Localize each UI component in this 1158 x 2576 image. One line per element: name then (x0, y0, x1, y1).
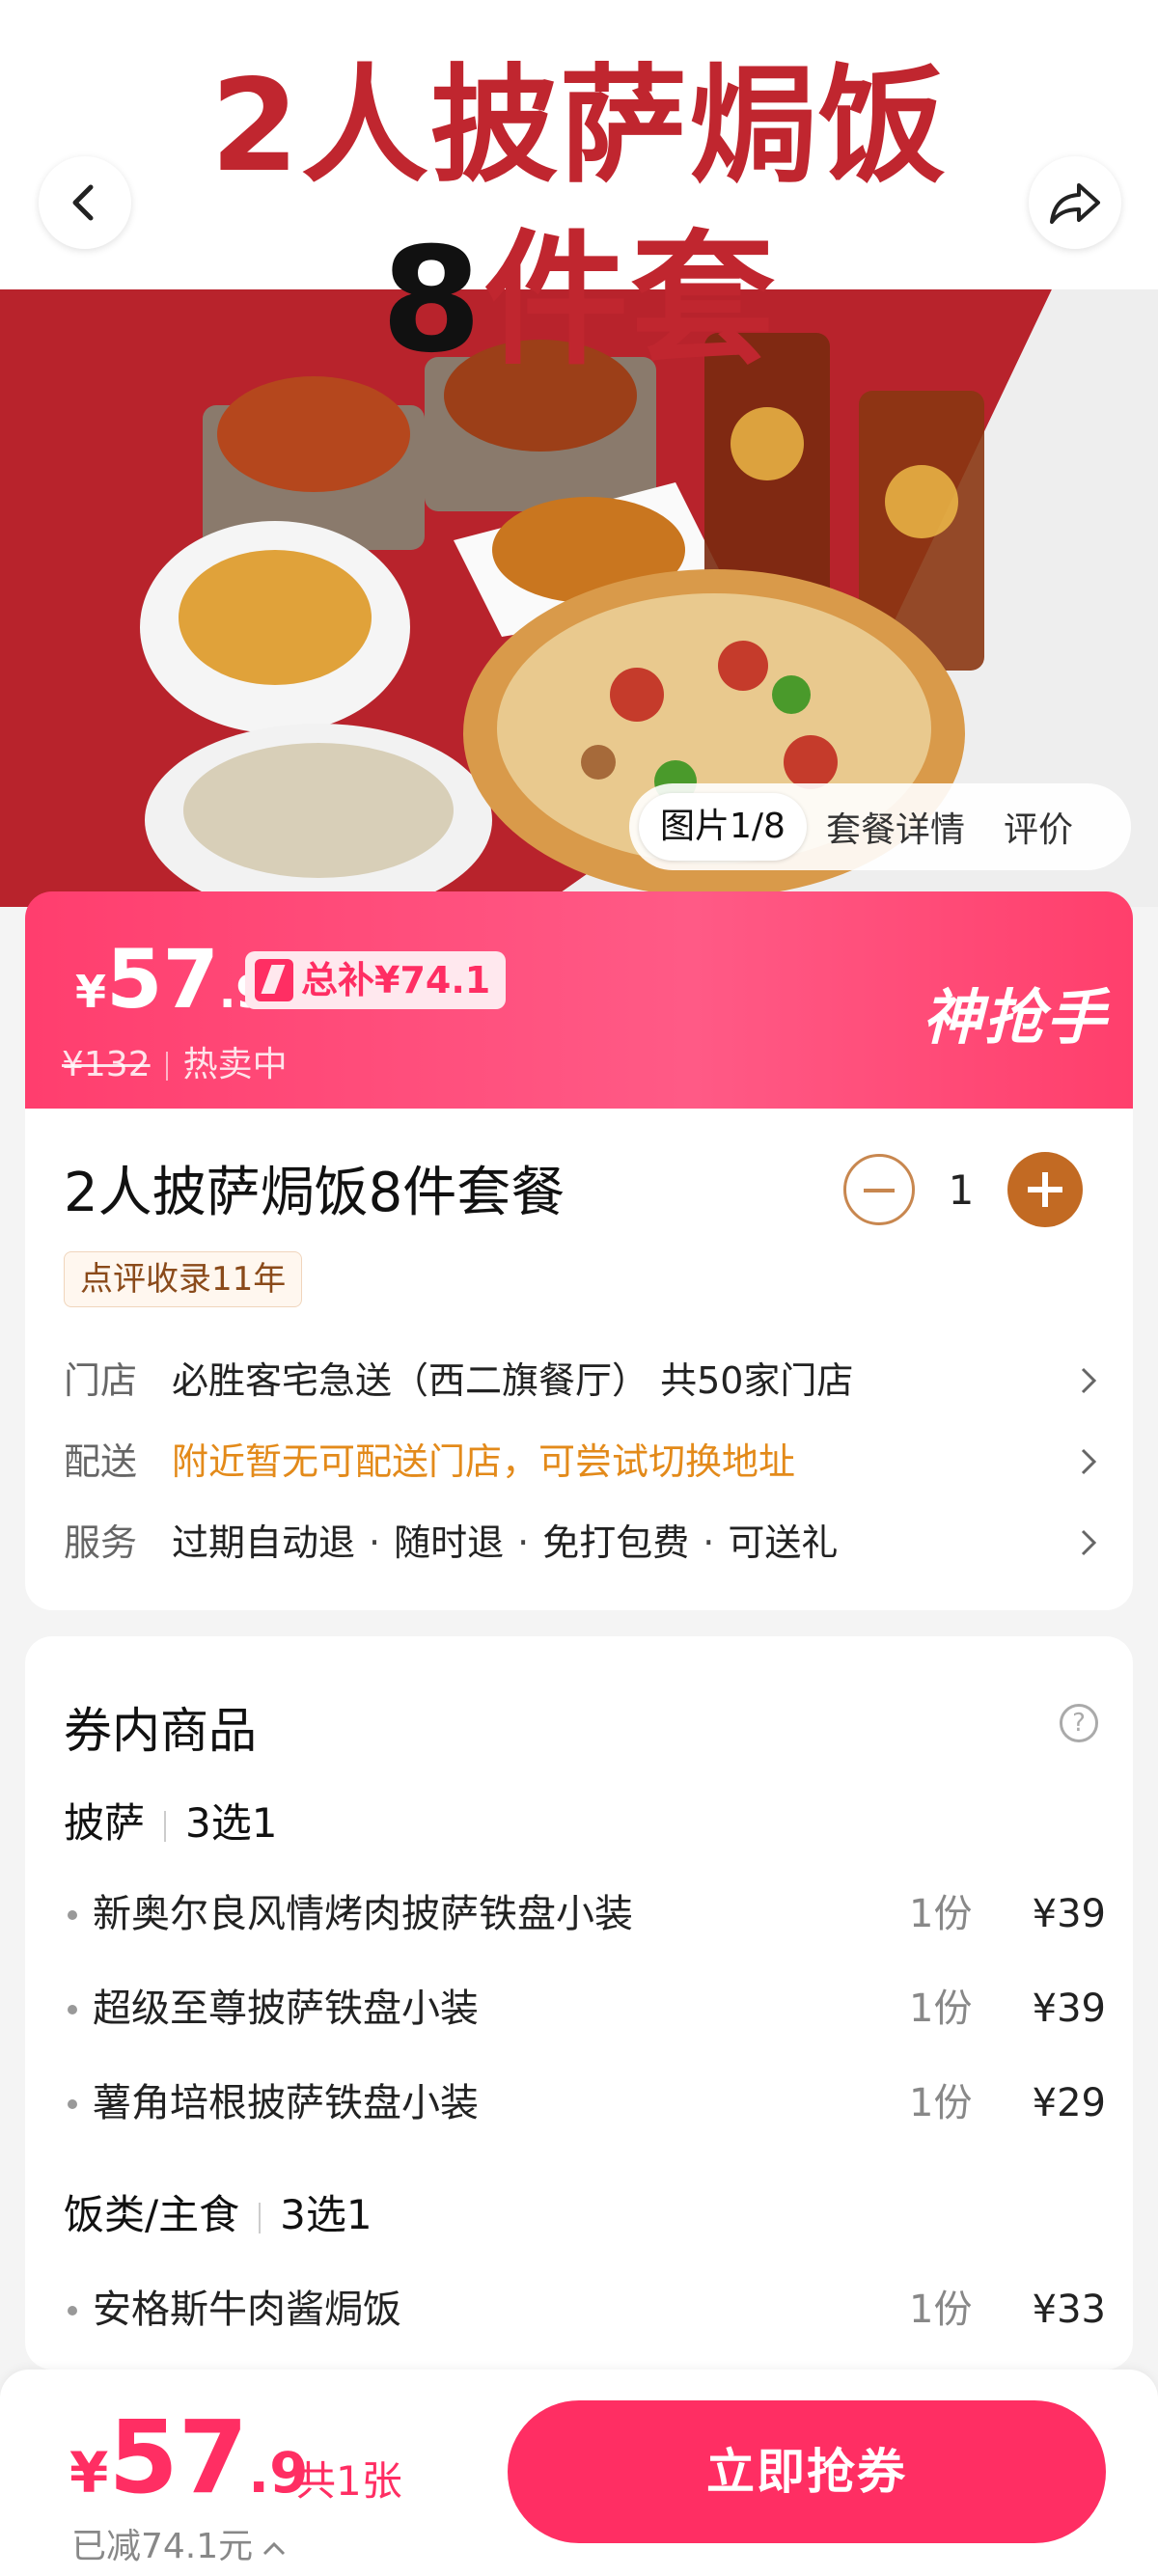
service-value: 过期自动退 · 随时退 · 免打包费 · 可送礼 (172, 1514, 838, 1572)
chevron-right-icon (1077, 1352, 1100, 1426)
subsidy-badge: 总补¥74.1 (245, 951, 507, 1009)
chevron-right-icon (1077, 1514, 1100, 1588)
hero-title-number: 8 (380, 217, 484, 385)
service-separator: · (703, 1521, 715, 1564)
brand-logo: 神抢手 (923, 982, 1109, 1053)
store-value: 必胜客宅急送（西二旗餐厅） 共50家门店 (172, 1359, 854, 1402)
chevron-right-icon (1077, 1433, 1100, 1507)
bullet-icon (68, 2099, 77, 2109)
list-item: 安格斯牛肉酱焗饭 1份 ¥33 (64, 2281, 1106, 2339)
decrease-quantity-button[interactable] (843, 1154, 915, 1225)
chevron-up-icon (261, 2527, 288, 2566)
service-label: 服务 (64, 1521, 138, 1564)
bullet-icon (68, 2005, 77, 2014)
item-price: ¥39 (1032, 1892, 1106, 1936)
sales-status: 热卖中 (182, 1045, 288, 1084)
bottom-purchase-bar: ¥57.9 共1张 已减74.1元 立即抢券 (0, 2370, 1158, 2576)
share-icon (1050, 183, 1100, 224)
divider (164, 1810, 167, 1842)
chevron-left-icon (72, 184, 94, 221)
item-price: ¥39 (1032, 1987, 1106, 2031)
product-title: 2人披萨焗饭8件套餐 (64, 1162, 565, 1224)
back-button[interactable] (39, 156, 131, 249)
list-item: 超级至尊披萨铁盘小装 1份 ¥39 (64, 1980, 1106, 2038)
hero-title-line1: 2人披萨焗饭 (210, 52, 948, 201)
hero-title-suffix: 件套 (483, 217, 778, 385)
divider (259, 2202, 262, 2233)
store-row[interactable]: 门店 必胜客宅急送（西二旗餐厅） 共50家门店 (64, 1352, 1106, 1410)
item-name: 超级至尊披萨铁盘小装 (93, 1987, 479, 2031)
question-circle-icon[interactable]: ? (1060, 1704, 1098, 1742)
grab-coupon-button[interactable]: 立即抢券 (508, 2400, 1106, 2543)
bullet-icon (68, 1910, 77, 1920)
price-banner: ¥57.9 总补¥74.1 ¥132 热卖中 神抢手 (25, 891, 1133, 1109)
service-separator: · (369, 1521, 381, 1564)
image-tabs: 图片1/8 套餐详情 评价 (629, 783, 1131, 870)
service-item: 过期自动退 (172, 1521, 356, 1564)
deal-price: ¥57.9 (75, 932, 266, 1027)
item-quantity: 1份 (909, 1987, 973, 2031)
quantity-stepper: 1 (843, 1151, 1083, 1228)
hero-image-area[interactable]: 2人披萨焗饭 8件套 图片1/8 套餐详情 评价 (0, 0, 1158, 907)
discount-detail-toggle[interactable]: 已减74.1元 (71, 2518, 288, 2568)
coupon-items-card: 券内商品 ? 披萨 3选1 新奥尔良风情烤肉披萨铁盘小装 1份 ¥39 超级至尊披… (25, 1636, 1133, 2370)
total-price: ¥57.9 (69, 2398, 308, 2516)
delivery-value: 附近暂无可配送门店，可尝试切换地址 (172, 1440, 796, 1483)
coupon-items-heading: 券内商品 (64, 1703, 257, 1759)
delivery-label: 配送 (64, 1440, 138, 1483)
service-item: 可送礼 (728, 1521, 839, 1564)
group-heading-pizza: 披萨 3选1 (64, 1791, 277, 1850)
quantity-value: 1 (948, 1165, 975, 1214)
deal-price-currency: ¥ (75, 966, 107, 1018)
bullet-icon (68, 2306, 77, 2316)
hero-title-line2: 8件套 (0, 183, 1158, 393)
original-price-row: ¥132 热卖中 (62, 1036, 288, 1086)
service-row[interactable]: 服务 过期自动退 · 随时退 · 免打包费 · 可送礼 (64, 1514, 1106, 1572)
total-price-integer: 57 (108, 2398, 249, 2516)
item-price: ¥29 (1032, 2081, 1106, 2125)
coupon-count: 共1张 (295, 2457, 402, 2505)
increase-quantity-button[interactable] (1007, 1152, 1083, 1227)
service-item: 免打包费 (542, 1521, 690, 1564)
list-item: 薯角培根披萨铁盘小装 1份 ¥29 (64, 2074, 1106, 2132)
group-rule: 3选1 (280, 2191, 372, 2238)
deal-price-integer: 57 (106, 932, 219, 1027)
tab-package-details[interactable]: 套餐详情 (807, 802, 984, 852)
item-price: ¥33 (1032, 2288, 1106, 2332)
share-button[interactable] (1029, 156, 1121, 249)
item-quantity: 1份 (909, 2288, 973, 2332)
subsidy-text: 总补¥74.1 (301, 959, 491, 1001)
service-item: 随时退 (394, 1521, 505, 1564)
store-label: 门店 (64, 1359, 138, 1402)
item-quantity: 1份 (909, 2081, 973, 2125)
product-info-card: 2人披萨焗饭8件套餐 1 点评收录11年 门店 必胜客宅急送（西二旗餐厅） 共5… (25, 1109, 1133, 1610)
tab-reviews[interactable]: 评价 (984, 802, 1092, 852)
original-price: ¥132 (62, 1045, 151, 1084)
review-years-tag: 点评收录11年 (64, 1251, 303, 1307)
total-price-currency: ¥ (69, 2440, 109, 2506)
saved-amount: 已减74.1元 (71, 2527, 254, 2566)
list-item: 新奥尔良风情烤肉披萨铁盘小装 1份 ¥39 (64, 1885, 1106, 1943)
item-quantity: 1份 (909, 1892, 973, 1936)
item-name: 薯角培根披萨铁盘小装 (93, 2081, 479, 2125)
item-name: 安格斯牛肉酱焗饭 (93, 2288, 401, 2332)
group-name: 饭类/主食 (64, 2191, 240, 2238)
tab-images[interactable]: 图片1/8 (639, 793, 807, 861)
service-separator: · (517, 1521, 530, 1564)
subsidy-icon (255, 959, 293, 1001)
delivery-row[interactable]: 配送 附近暂无可配送门店，可尝试切换地址 (64, 1433, 1106, 1491)
divider (165, 1052, 168, 1081)
group-rule: 3选1 (185, 1799, 278, 1847)
group-heading-rice: 饭类/主食 3选1 (64, 2182, 372, 2241)
item-name: 新奥尔良风情烤肉披萨铁盘小装 (93, 1892, 633, 1936)
group-name: 披萨 (64, 1799, 146, 1847)
